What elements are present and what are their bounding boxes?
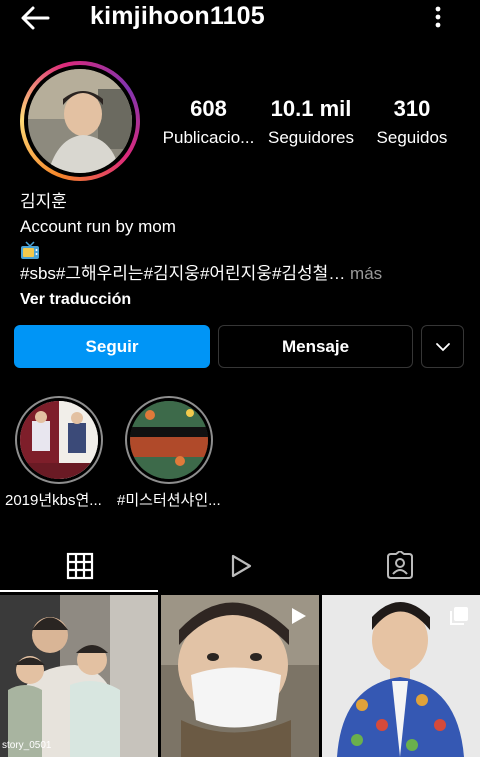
stat-followers[interactable]: 10.1 mil Seguidores <box>263 96 359 148</box>
carousel-icon <box>450 607 468 625</box>
post-caption: story_0501 <box>2 740 52 751</box>
message-button[interactable]: Mensaje <box>218 325 413 368</box>
tab-reels[interactable] <box>160 540 320 592</box>
reels-icon <box>231 554 252 578</box>
stat-posts[interactable]: 608 Publicacio... <box>162 96 255 148</box>
tv-icon <box>21 241 39 259</box>
suggestions-dropdown-button[interactable] <box>421 325 464 368</box>
following-label: Seguidos <box>376 128 448 147</box>
arrow-left-icon[interactable] <box>18 4 54 32</box>
highlight-2[interactable] <box>125 396 213 484</box>
more-link[interactable]: más <box>345 264 382 283</box>
grid-icon <box>66 552 94 580</box>
post-thumbnail-2[interactable] <box>161 595 319 757</box>
highlight-1-label: 2019년kbs연... <box>5 492 102 509</box>
post-thumbnail-3[interactable] <box>322 595 480 757</box>
following-count: 310 <box>393 96 431 121</box>
highlight-2-label: #미스터션샤인... <box>117 492 221 509</box>
stat-following[interactable]: 310 Seguidos <box>372 96 452 148</box>
more-vertical-icon[interactable] <box>428 4 448 30</box>
posts-label: Publicacio... <box>162 128 255 147</box>
tab-active-indicator <box>0 590 158 592</box>
top-bar: kimjihoon1105 <box>0 0 480 40</box>
bio-line: Account run by mom <box>20 217 176 236</box>
highlight-1[interactable] <box>15 396 103 484</box>
translate-link[interactable]: Ver traducción <box>20 289 131 311</box>
hashtags-text[interactable]: #sbs#그해우리는#김지웅#어린지웅#김성철… <box>20 264 345 283</box>
bio-name: 김지훈 <box>20 192 67 211</box>
tagged-person-icon <box>387 551 413 579</box>
followers-label: Seguidores <box>267 128 354 147</box>
posts-count: 608 <box>190 96 227 121</box>
bio-hashtags: #sbs#그해우리는#김지웅#어린지웅#김성철… más <box>20 263 382 285</box>
chevron-down-icon <box>435 342 450 351</box>
tab-grid[interactable] <box>0 540 160 592</box>
profile-username: kimjihoon1105 <box>90 2 265 30</box>
reel-play-icon <box>292 608 306 624</box>
post-thumbnail-1[interactable]: story_0501 <box>0 595 158 757</box>
followers-count: 10.1 mil <box>270 96 352 121</box>
story-ring[interactable] <box>20 61 140 181</box>
profile-tabs <box>0 540 480 592</box>
avatar[interactable] <box>28 69 132 173</box>
tab-tagged[interactable] <box>320 540 480 592</box>
follow-button[interactable]: Seguir <box>14 325 210 368</box>
